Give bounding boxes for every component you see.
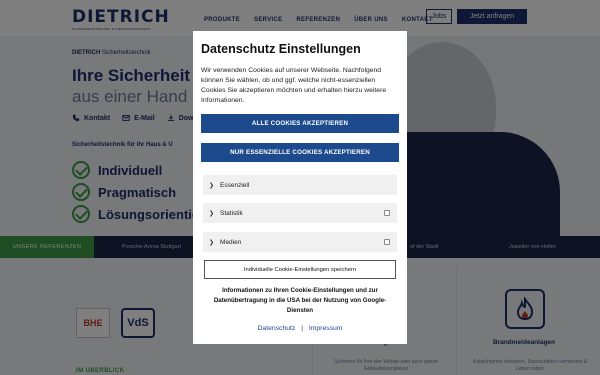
- usa-transfer-info: Informationen zu Ihren Cookie-Einstellun…: [213, 287, 387, 314]
- link-separator: |: [301, 325, 303, 332]
- cookie-consent-modal: Datenschutz Einstellungen Wir verwenden …: [193, 31, 407, 344]
- category-statistik[interactable]: ❯ Statistik: [203, 203, 397, 223]
- privacy-link[interactable]: Datenschutz: [258, 325, 296, 332]
- modal-title: Datenschutz Einstellungen: [201, 42, 361, 56]
- modal-intro-text: Wir verwenden Cookies auf unserer Websei…: [201, 67, 387, 104]
- category-essenziell[interactable]: ❯ Essenziell: [203, 175, 397, 195]
- save-individual-settings-button[interactable]: Individuelle Cookie-Einstellungen speich…: [204, 260, 396, 279]
- medien-checkbox[interactable]: [384, 239, 390, 245]
- category-label: Medien: [220, 238, 242, 246]
- statistik-checkbox[interactable]: [384, 210, 390, 216]
- chevron-right-icon: ❯: [209, 239, 215, 246]
- modal-footer-links: Datenschutz | Impressum: [193, 325, 407, 332]
- accept-all-button[interactable]: ALLE COOKIES AKZEPTIEREN: [201, 114, 399, 133]
- chevron-right-icon: ❯: [209, 182, 215, 189]
- category-label: Statistik: [220, 209, 243, 217]
- category-label: Essenziell: [220, 181, 250, 189]
- imprint-link[interactable]: Impressum: [309, 325, 343, 332]
- accept-essential-button[interactable]: NUR ESSENZIELLE COOKIES AKZEPTIEREN: [201, 143, 399, 162]
- chevron-right-icon: ❯: [209, 210, 215, 217]
- category-medien[interactable]: ❯ Medien: [203, 232, 397, 252]
